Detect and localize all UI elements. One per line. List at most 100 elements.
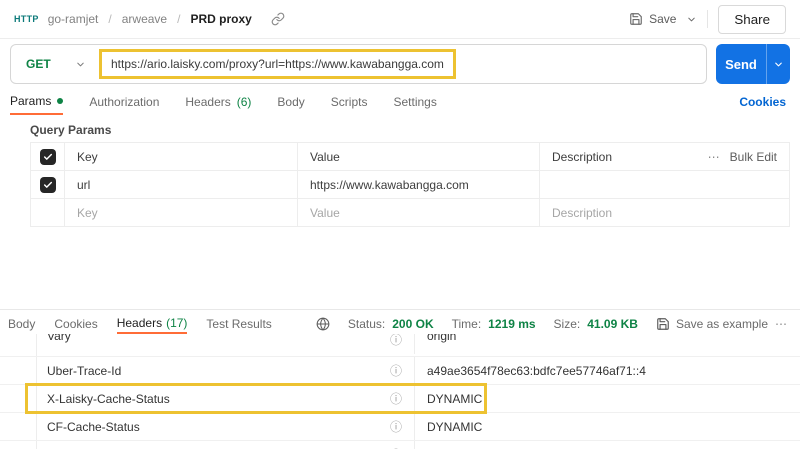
save-button-label: Save — [649, 12, 677, 26]
tab-scripts-label: Scripts — [330, 94, 368, 109]
time-value: 1219 ms — [488, 316, 536, 331]
request-input: GET https://ario.laisky.com/proxy?url=ht… — [10, 44, 707, 84]
bulk-edit-button[interactable]: ⋯ Bulk Edit — [708, 150, 777, 164]
header-key: Vary — [47, 334, 71, 343]
tab-body-label: Body — [277, 94, 305, 109]
select-all-checkbox[interactable] — [39, 148, 56, 165]
save-icon — [656, 317, 670, 331]
tab-params[interactable]: Params — [10, 88, 64, 115]
row-check-cell — [31, 171, 64, 198]
request-tabs: Params Authorization Headers (6) Body Sc… — [10, 88, 786, 115]
share-button[interactable]: Share — [718, 4, 786, 34]
params-active-dot — [57, 97, 64, 104]
send-options-chevron-icon[interactable] — [767, 44, 790, 84]
link-icon[interactable] — [271, 12, 285, 26]
method-select[interactable]: GET — [11, 57, 99, 71]
row-checkbox[interactable] — [39, 176, 56, 193]
send-button-label: Send — [725, 56, 757, 72]
response-header-row: Uber-Trace-Id ⓘ a49ae3654f78ec63:bdfc7ee… — [0, 357, 800, 385]
response-tab-test-results-label: Test Results — [206, 316, 272, 331]
divider — [707, 10, 709, 28]
info-icon[interactable]: ⓘ — [378, 357, 415, 384]
query-param-new-row: Key Value Description — [31, 199, 789, 227]
column-header-key: Key — [64, 143, 297, 170]
topbar-actions: Save Share — [629, 4, 786, 34]
param-value-field-placeholder[interactable]: Value — [297, 199, 539, 226]
time-label: Time: — [451, 316, 482, 331]
url-annotation-highlight: https://ario.laisky.com/proxy?url=https:… — [99, 49, 456, 79]
param-value-field[interactable]: https://www.kawabangga.com — [297, 171, 539, 198]
request-title-bar: HTTP go-ramjet / arweave / PRD proxy Sav… — [0, 0, 800, 39]
row-gutter — [0, 334, 37, 356]
breadcrumb-collection[interactable]: arweave — [122, 12, 167, 26]
row-gutter — [0, 441, 37, 449]
cookies-link[interactable]: Cookies — [739, 95, 786, 109]
response-header-row: Vary ⓘ origin — [0, 334, 800, 357]
response-tab-test-results[interactable]: Test Results — [206, 313, 271, 334]
response-headers-table: Vary ⓘ origin Uber-Trace-Id ⓘ a49ae3654f… — [0, 334, 800, 449]
response-tab-body-label: Body — [8, 316, 36, 331]
save-as-example-label: Save as example — [675, 316, 768, 331]
tab-settings-label: Settings — [393, 94, 437, 109]
info-icon[interactable]: ⓘ — [378, 413, 415, 440]
query-params-table: Key Value Description ⋯ Bulk Edit url ht… — [30, 142, 790, 227]
save-as-example-button[interactable]: Save as example — [656, 317, 768, 331]
query-params-header-row: Key Value Description ⋯ Bulk Edit — [31, 143, 789, 171]
more-options-icon: ⋯ — [707, 149, 721, 164]
status-value: 200 OK — [392, 316, 434, 331]
tab-authorization-label: Authorization — [89, 94, 160, 109]
network-globe-icon[interactable] — [316, 317, 330, 331]
response-tab-cookies-label: Cookies — [54, 316, 98, 331]
header-key: CF-Cache-Status — [47, 419, 140, 434]
breadcrumb-workspace[interactable]: go-ramjet — [48, 12, 99, 26]
tab-body[interactable]: Body — [277, 88, 304, 115]
column-header-description-cell: Description ⋯ Bulk Edit — [539, 143, 789, 170]
method-select-value: GET — [26, 57, 51, 71]
info-icon[interactable]: ⓘ — [378, 334, 415, 354]
tab-headers[interactable]: Headers (6) — [185, 88, 251, 115]
tab-headers-label: Headers — [185, 94, 231, 109]
response-header-row: CF-Cache-Status ⓘ DYNAMIC — [0, 413, 800, 441]
response-more-options-icon[interactable]: ⋯ — [775, 317, 788, 331]
response-header-row-highlighted: X-Laisky-Cache-Status ⓘ DYNAMIC — [0, 385, 800, 413]
response-tabs: Body Cookies Headers (17) Test Results S… — [0, 310, 800, 334]
response-tab-headers[interactable]: Headers (17) — [116, 313, 188, 334]
breadcrumb-request-name[interactable]: PRD proxy — [190, 12, 251, 26]
response-tab-headers-label: Headers — [116, 315, 163, 330]
response-tab-headers-count: (17) — [166, 315, 188, 330]
tab-scripts[interactable]: Scripts — [331, 88, 368, 115]
breadcrumb-separator: / — [177, 12, 181, 26]
param-key-field-placeholder[interactable]: Key — [64, 199, 297, 226]
breadcrumb-separator: / — [108, 12, 112, 26]
tab-settings[interactable]: Settings — [393, 88, 436, 115]
url-input[interactable]: https://ario.laisky.com/proxy?url=https:… — [111, 57, 444, 71]
response-tab-body[interactable]: Body — [8, 313, 35, 334]
response-header-row-partial: ⓘ — [0, 441, 800, 449]
response-tab-cookies[interactable]: Cookies — [54, 313, 97, 334]
row-gutter — [0, 385, 37, 412]
save-icon — [629, 12, 643, 26]
param-description-field-placeholder[interactable]: Description — [539, 199, 789, 226]
query-params-title: Query Params — [30, 123, 112, 137]
row-gutter — [0, 413, 37, 440]
column-header-value: Value — [297, 143, 539, 170]
save-button[interactable]: Save — [629, 12, 676, 26]
param-description-field[interactable] — [539, 171, 789, 198]
save-options-chevron-icon[interactable] — [686, 14, 697, 25]
status-label: Status: — [347, 316, 386, 331]
info-icon[interactable]: ⓘ — [378, 385, 415, 412]
header-key: Uber-Trace-Id — [47, 363, 122, 378]
row-check-cell — [31, 199, 64, 226]
tab-headers-count: (6) — [236, 94, 252, 109]
header-value: a49ae3654f78ec63:bdfc7ee57746af71::4 — [427, 363, 646, 378]
size-label: Size: — [553, 316, 581, 331]
header-value: DYNAMIC — [427, 391, 483, 406]
info-icon[interactable]: ⓘ — [378, 441, 415, 449]
send-button[interactable]: Send — [716, 44, 790, 84]
select-all-cell — [31, 143, 64, 170]
param-key-field[interactable]: url — [64, 171, 297, 198]
query-param-row: url https://www.kawabangga.com — [31, 171, 789, 199]
tab-authorization[interactable]: Authorization — [89, 88, 159, 115]
bulk-edit-label: Bulk Edit — [729, 149, 777, 164]
chevron-down-icon — [75, 59, 86, 70]
